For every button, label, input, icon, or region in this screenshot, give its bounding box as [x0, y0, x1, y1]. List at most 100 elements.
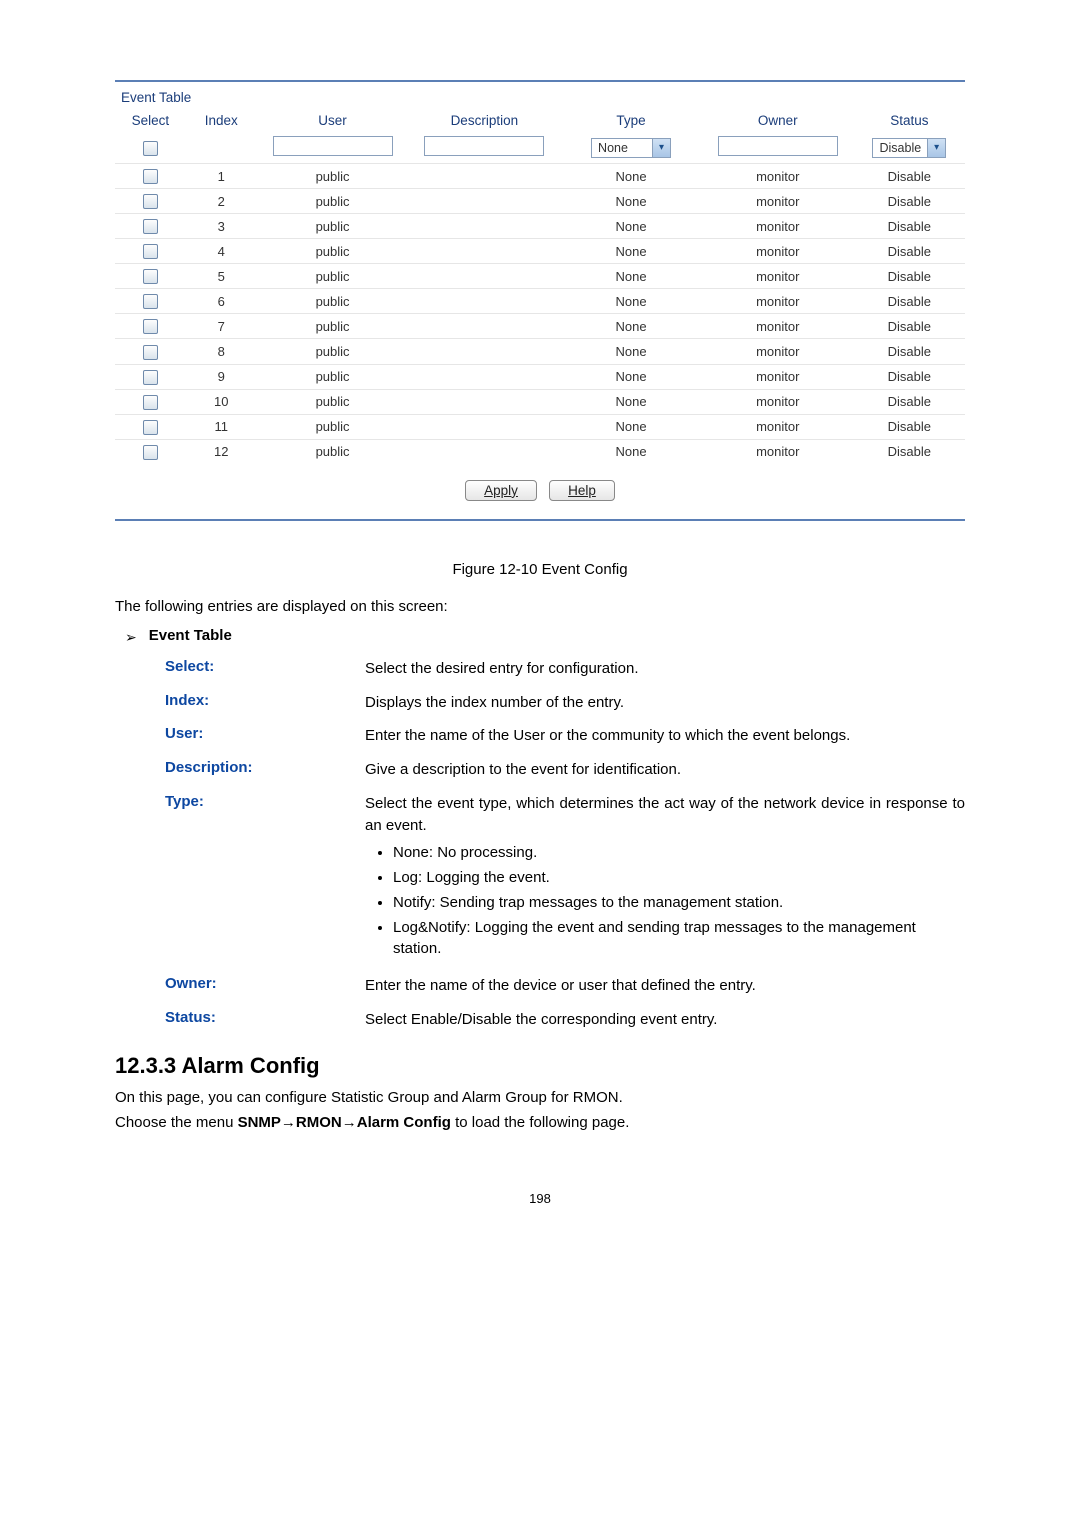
table-row: 6publicNonemonitorDisable: [115, 289, 965, 314]
row-checkbox[interactable]: [143, 219, 158, 234]
cell-status: Disable: [854, 289, 965, 314]
row-checkbox[interactable]: [143, 169, 158, 184]
status-dropdown[interactable]: Disable ▾: [872, 138, 946, 158]
col-user: User: [257, 109, 409, 134]
cell-description: [408, 289, 560, 314]
col-description: Description: [408, 109, 560, 134]
cell-index: 9: [186, 364, 257, 389]
list-item: Notify: Sending trap messages to the man…: [393, 892, 965, 913]
page-number: 198: [115, 1191, 965, 1206]
def-status-desc: Select Enable/Disable the corresponding …: [365, 1009, 965, 1031]
cell-user: public: [257, 189, 409, 214]
cell-user: public: [257, 439, 409, 464]
row-checkbox[interactable]: [143, 420, 158, 435]
section-label: Event Table: [149, 627, 232, 644]
cell-user: public: [257, 239, 409, 264]
cell-description: [408, 439, 560, 464]
button-row: Apply Help: [115, 464, 965, 519]
cell-description: [408, 164, 560, 189]
def-owner-desc: Enter the name of the device or user tha…: [365, 975, 965, 997]
cell-index: 12: [186, 439, 257, 464]
cell-owner: monitor: [702, 214, 854, 239]
status-dropdown-value: Disable: [873, 139, 927, 157]
def-select-label: Select:: [165, 658, 365, 675]
row-checkbox[interactable]: [143, 319, 158, 334]
row-checkbox[interactable]: [143, 395, 158, 410]
row-checkbox[interactable]: [143, 370, 158, 385]
cell-type: None: [560, 439, 702, 464]
col-index: Index: [186, 109, 257, 134]
text: to load the following page.: [451, 1114, 629, 1131]
select-all-checkbox[interactable]: [143, 141, 158, 156]
figure-caption: Figure 12-10 Event Config: [115, 561, 965, 578]
row-checkbox[interactable]: [143, 445, 158, 460]
type-dropdown[interactable]: None ▾: [591, 138, 671, 158]
cell-user: public: [257, 289, 409, 314]
table-row: 11publicNonemonitorDisable: [115, 414, 965, 439]
chevron-down-icon: ▾: [927, 139, 945, 157]
paragraph: On this page, you can configure Statisti…: [115, 1089, 965, 1106]
table-row: 1publicNonemonitorDisable: [115, 164, 965, 189]
type-dropdown-value: None: [592, 139, 652, 157]
cell-index: 5: [186, 264, 257, 289]
cell-status: Disable: [854, 389, 965, 414]
cell-type: None: [560, 289, 702, 314]
cell-type: None: [560, 214, 702, 239]
apply-button[interactable]: Apply: [465, 480, 537, 501]
cell-description: [408, 364, 560, 389]
help-button[interactable]: Help: [549, 480, 615, 501]
cell-index: 2: [186, 189, 257, 214]
cell-index: 10: [186, 389, 257, 414]
cell-user: public: [257, 364, 409, 389]
cell-owner: monitor: [702, 289, 854, 314]
cell-index: 11: [186, 414, 257, 439]
paragraph: Choose the menu SNMP→RMON→Alarm Config t…: [115, 1114, 965, 1131]
description-input[interactable]: [424, 136, 544, 156]
cell-status: Disable: [854, 414, 965, 439]
row-checkbox[interactable]: [143, 269, 158, 284]
section-event-table: ➢ Event Table: [115, 627, 965, 646]
user-input[interactable]: [273, 136, 393, 156]
cell-user: public: [257, 214, 409, 239]
table-row: 7publicNonemonitorDisable: [115, 314, 965, 339]
def-user-desc: Enter the name of the User or the commun…: [365, 725, 965, 747]
cell-description: [408, 339, 560, 364]
cell-type: None: [560, 414, 702, 439]
cell-index: 4: [186, 239, 257, 264]
cell-user: public: [257, 414, 409, 439]
row-checkbox[interactable]: [143, 244, 158, 259]
cell-user: public: [257, 164, 409, 189]
owner-input[interactable]: [718, 136, 838, 156]
cell-status: Disable: [854, 439, 965, 464]
cell-type: None: [560, 264, 702, 289]
row-checkbox[interactable]: [143, 194, 158, 209]
table-row: 5publicNonemonitorDisable: [115, 264, 965, 289]
event-table: Select Index User Description Type Owner…: [115, 109, 965, 464]
cell-type: None: [560, 314, 702, 339]
row-checkbox[interactable]: [143, 294, 158, 309]
cell-description: [408, 414, 560, 439]
def-index-desc: Displays the index number of the entry.: [365, 692, 965, 714]
def-user-label: User:: [165, 725, 365, 742]
cell-owner: monitor: [702, 364, 854, 389]
cell-owner: monitor: [702, 389, 854, 414]
menu-path-bold: SNMP→RMON→Alarm Config: [238, 1114, 451, 1131]
table-row: 8publicNonemonitorDisable: [115, 339, 965, 364]
cell-status: Disable: [854, 364, 965, 389]
cell-status: Disable: [854, 339, 965, 364]
chevron-down-icon: ▾: [652, 139, 670, 157]
cell-description: [408, 189, 560, 214]
table-row: 12publicNonemonitorDisable: [115, 439, 965, 464]
cell-index: 7: [186, 314, 257, 339]
cell-type: None: [560, 339, 702, 364]
arrow-icon: ➢: [125, 629, 137, 646]
section-heading-alarm-config: 12.3.3 Alarm Config: [115, 1053, 965, 1079]
list-item: Log: Logging the event.: [393, 867, 965, 888]
def-description-desc: Give a description to the event for iden…: [365, 759, 965, 781]
cell-type: None: [560, 239, 702, 264]
row-checkbox[interactable]: [143, 345, 158, 360]
cell-user: public: [257, 339, 409, 364]
def-type-list: None: No processing. Log: Logging the ev…: [365, 842, 965, 959]
table-row: 9publicNonemonitorDisable: [115, 364, 965, 389]
list-item: None: No processing.: [393, 842, 965, 863]
